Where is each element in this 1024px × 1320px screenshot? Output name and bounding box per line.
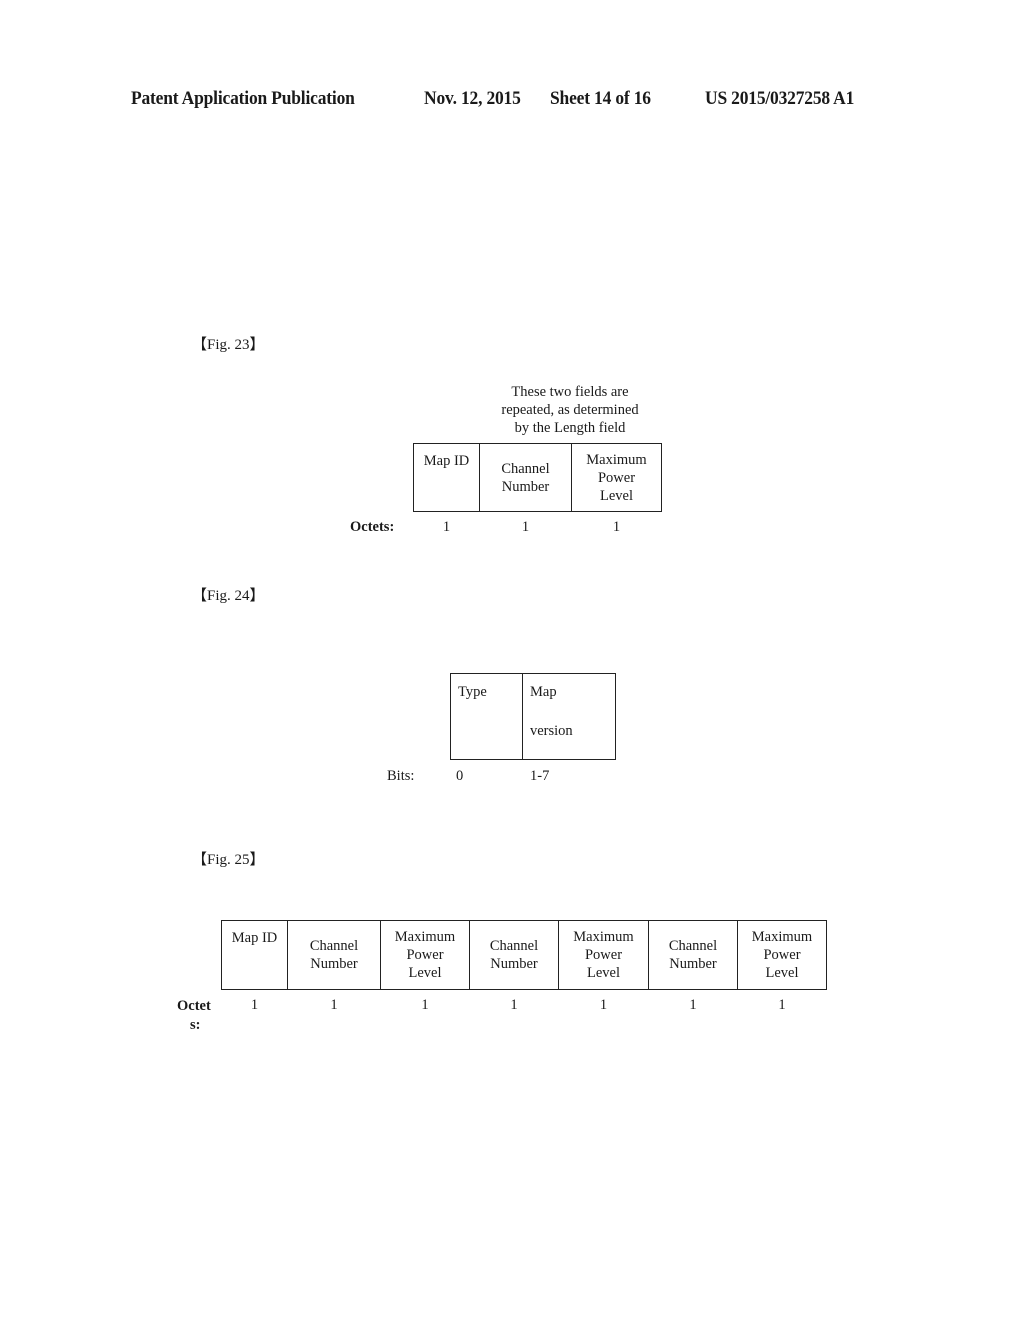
fig25-field-max-power-level: Maximum Power Level [558,920,649,990]
fig25-field-map-id: Map ID [221,920,288,990]
fig25-label: 【Fig. 25】 [192,852,265,868]
field-text: Power [763,947,801,963]
fig23-row-label: Octets: [350,519,395,535]
fig23-note: These two fields are repeated, as determ… [480,383,660,437]
field-text: Power [584,947,623,963]
field-text: Number [501,479,550,495]
fig25-size: 1 [778,997,786,1013]
fig23-size: 1 [612,519,621,535]
fig24-field-type: Type [450,673,523,760]
field-text: Number [490,956,538,972]
fig24-field-map-version: Map version [522,673,616,760]
field-text: Maximum [751,929,813,945]
fig25-size: 1 [510,997,518,1013]
fig23-note-line: by the Length field [514,420,626,436]
fig24-row-label: Bits: [387,768,415,784]
field-text: Channel [309,938,359,954]
fig23-label: 【Fig. 23】 [192,337,265,353]
field-text: Maximum [586,452,647,468]
patent-number: US 2015/0327258 A1 [705,88,855,109]
field-text: version [530,723,573,739]
fig23-size: 1 [442,519,451,535]
fig23-note-line: These two fields are [511,384,629,400]
fig25-field-max-power-level: Maximum Power Level [737,920,827,990]
fig25-field-channel-number: Channel Number [469,920,559,990]
field-text: Channel [489,938,539,954]
sheet-number: Sheet 14 of 16 [550,88,651,109]
fig25-size: 1 [689,997,697,1013]
fig25-row-label: Octet s: [177,997,211,1035]
field-text: Map ID [423,453,470,469]
fig24-label: 【Fig. 24】 [192,588,265,604]
fig23-note-line: repeated, as determined [501,402,639,418]
field-text: Level [599,488,633,504]
field-text: Power [597,470,636,486]
fig23-field-channel-number: Channel Number [479,443,572,512]
field-text: Maximum [394,929,456,945]
fig25-row-label-line: Octet [177,998,211,1014]
fig25-size: 1 [599,997,608,1013]
field-text: Channel [501,461,550,477]
fig25-size: 1 [421,997,429,1013]
field-text: Number [669,956,717,972]
publication-title: Patent Application Publication [131,88,355,109]
fig23-field-map-id: Map ID [413,443,480,512]
field-text: Maximum [573,929,634,945]
field-text: Level [408,965,442,981]
field-text: Level [765,965,799,981]
fig24-size: 0 [456,768,464,784]
fig23-field-max-power-level: Maximum Power Level [571,443,662,512]
field-text: Channel [668,938,718,954]
fig25-field-channel-number: Channel Number [287,920,381,990]
field-text: Level [586,965,620,981]
publication-date: Nov. 12, 2015 [424,88,521,109]
fig23-size: 1 [521,519,530,535]
field-text: Map [530,684,557,700]
field-text: Power [406,947,444,963]
fig25-field-channel-number: Channel Number [648,920,738,990]
field-text: Type [458,684,487,700]
field-text: Number [310,956,358,972]
fig25-size: 1 [330,997,338,1013]
field-text: Map ID [231,930,278,946]
fig24-size: 1-7 [530,768,550,784]
fig25-size: 1 [250,997,259,1013]
fig25-row-label-line: s: [190,1017,201,1033]
fig25-field-max-power-level: Maximum Power Level [380,920,470,990]
